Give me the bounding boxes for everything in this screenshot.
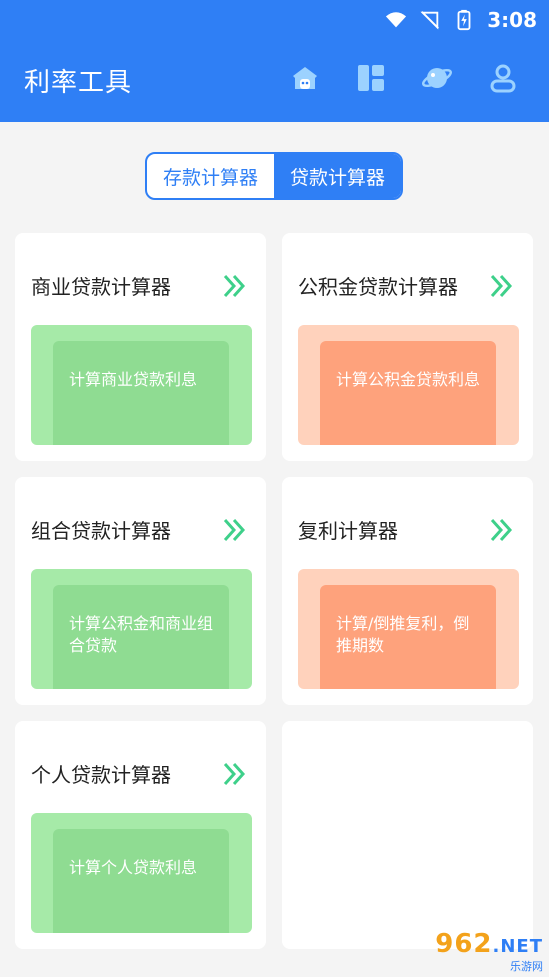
card-title: 个人贷款计算器 xyxy=(31,763,171,787)
card-description-panel: 计算公积金贷款利息 xyxy=(298,325,519,445)
card-empty xyxy=(282,721,533,949)
double-chevron-right-icon[interactable] xyxy=(489,273,515,299)
toolbar xyxy=(289,62,519,94)
card-description-panel: 计算商业贷款利息 xyxy=(31,325,252,445)
tab-deposit-calculator[interactable]: 存款计算器 xyxy=(147,154,274,198)
watermark-number: 962 xyxy=(435,929,493,959)
tab-loan-calculator[interactable]: 贷款计算器 xyxy=(274,154,401,198)
watermark-logo: 962.NET 乐游网 xyxy=(403,931,543,973)
user-icon[interactable] xyxy=(487,62,519,94)
card-title: 复利计算器 xyxy=(298,519,398,543)
card-compound-interest[interactable]: 复利计算器 计算/倒推复利，倒推期数 xyxy=(282,477,533,705)
app-title: 利率工具 xyxy=(24,68,133,98)
card-title: 公积金贷款计算器 xyxy=(298,275,458,299)
wifi-icon xyxy=(386,12,407,28)
status-bar: 3:08 xyxy=(385,6,537,34)
card-description: 计算公积金贷款利息 xyxy=(320,341,496,445)
card-description: 计算公积金和商业组合贷款 xyxy=(53,585,229,689)
calculator-type-switch: 存款计算器 贷款计算器 xyxy=(145,152,403,200)
card-provident-fund-loan[interactable]: 公积金贷款计算器 计算公积金贷款利息 xyxy=(282,233,533,461)
watermark-net: .NET xyxy=(492,936,543,957)
battery-charging-icon xyxy=(457,9,471,31)
card-description: 计算商业贷款利息 xyxy=(53,341,229,445)
card-title: 商业贷款计算器 xyxy=(31,275,171,299)
card-combined-loan[interactable]: 组合贷款计算器 计算公积金和商业组合贷款 xyxy=(15,477,266,705)
card-title: 组合贷款计算器 xyxy=(31,519,171,543)
clock: 3:08 xyxy=(487,8,537,32)
double-chevron-right-icon[interactable] xyxy=(222,273,248,299)
card-description-panel: 计算/倒推复利，倒推期数 xyxy=(298,569,519,689)
double-chevron-right-icon[interactable] xyxy=(222,517,248,543)
app-bar: 3:08 利率工具 xyxy=(0,0,549,122)
card-commercial-loan[interactable]: 商业贷款计算器 计算商业贷款利息 xyxy=(15,233,266,461)
card-personal-loan[interactable]: 个人贷款计算器 计算个人贷款利息 xyxy=(15,721,266,949)
home-icon[interactable] xyxy=(289,62,321,94)
no-signal-icon xyxy=(420,11,440,30)
planet-icon[interactable] xyxy=(421,62,453,94)
card-description: 计算/倒推复利，倒推期数 xyxy=(320,585,496,689)
double-chevron-right-icon[interactable] xyxy=(222,761,248,787)
card-description-panel: 计算公积金和商业组合贷款 xyxy=(31,569,252,689)
card-description: 计算个人贷款利息 xyxy=(53,829,229,933)
watermark-site: 乐游网 xyxy=(510,960,543,973)
grid-icon[interactable] xyxy=(355,62,387,94)
card-description-panel: 计算个人贷款利息 xyxy=(31,813,252,933)
double-chevron-right-icon[interactable] xyxy=(489,517,515,543)
